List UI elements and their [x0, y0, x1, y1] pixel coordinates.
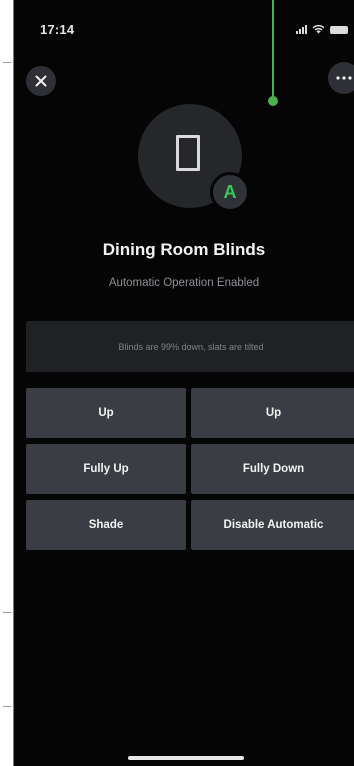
- annotation-callout-line: [272, 0, 274, 98]
- fully-up-button[interactable]: Fully Up: [26, 444, 186, 494]
- device-mode: Automatic Operation Enabled: [108, 277, 260, 289]
- fully-down-button[interactable]: Fully Down: [191, 444, 354, 494]
- status-icons: [296, 24, 348, 34]
- edge-mark: [3, 612, 11, 613]
- up-button-left[interactable]: Up: [26, 388, 186, 438]
- automatic-mode-badge: A: [210, 172, 250, 212]
- blind-window-icon: [176, 135, 200, 171]
- wifi-icon: [312, 24, 325, 34]
- edge-mark: [3, 706, 11, 707]
- left-edge-strip: [0, 0, 14, 766]
- home-indicator[interactable]: [128, 756, 244, 760]
- blind-status-text: Blinds are 99% down, slats are tilted: [118, 341, 264, 352]
- shade-button[interactable]: Shade: [26, 500, 186, 550]
- more-options-button[interactable]: [328, 62, 354, 94]
- close-button[interactable]: [26, 66, 56, 96]
- up-button-right[interactable]: Up: [191, 388, 354, 438]
- cellular-signal-icon: [296, 25, 307, 34]
- status-bar: 17:14: [14, 0, 354, 44]
- phone-screen: 17:14 A Dining Room Blinds Automatic Ope…: [14, 0, 354, 766]
- screenshot-frame: 17:14 A Dining Room Blinds Automatic Ope…: [0, 0, 354, 766]
- device-name: Dining Room Blinds: [102, 240, 266, 259]
- battery-icon: [330, 26, 348, 34]
- disable-automatic-button[interactable]: Disable Automatic: [191, 500, 354, 550]
- more-horizontal-icon: [336, 76, 352, 80]
- close-icon: [35, 75, 47, 87]
- annotation-callout-dot: [268, 96, 278, 106]
- blind-status-panel: Blinds are 99% down, slats are tilted: [26, 321, 354, 372]
- edge-mark: [3, 62, 11, 63]
- status-time: 17:14: [40, 22, 75, 37]
- automatic-badge-letter: A: [223, 181, 237, 202]
